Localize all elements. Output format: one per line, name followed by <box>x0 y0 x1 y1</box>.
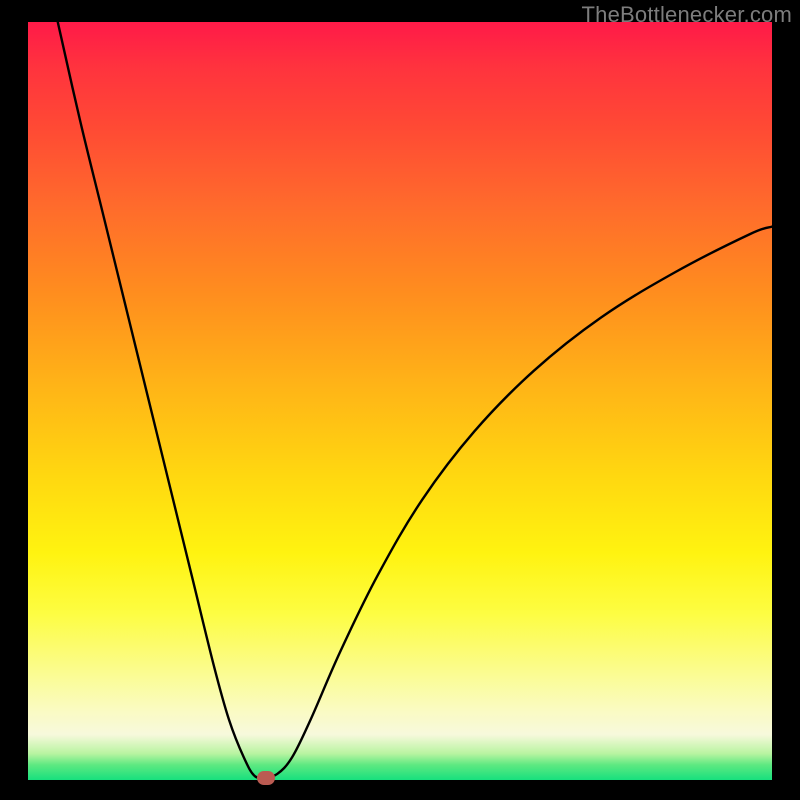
chart-frame: TheBottlenecker.com <box>0 0 800 800</box>
bottleneck-curve <box>28 22 772 780</box>
plot-area <box>28 22 772 780</box>
optimum-marker <box>257 771 275 785</box>
